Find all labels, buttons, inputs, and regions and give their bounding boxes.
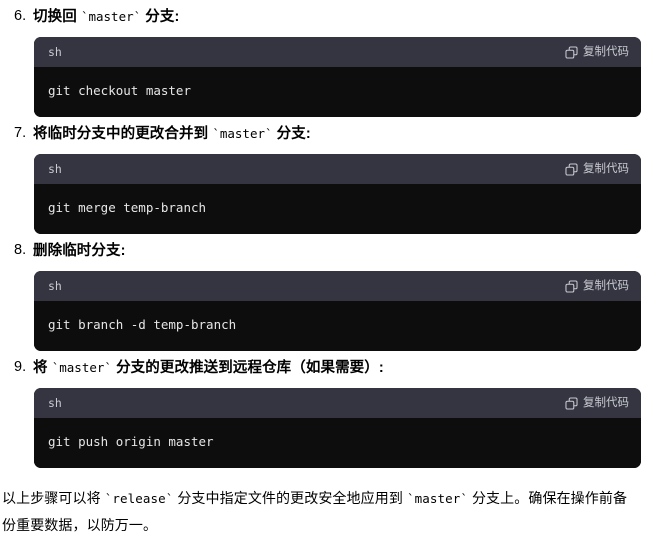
code-line: git push origin master <box>48 434 214 449</box>
code-block: sh 复制代码 git branch -d temp-branch <box>34 271 641 351</box>
code-language-label: sh <box>48 396 62 410</box>
list-item: 7. 将临时分支中的更改合并到 `master` 分支: sh 复制代码 git… <box>0 117 647 234</box>
code-block-body[interactable]: git push origin master <box>34 418 641 468</box>
code-line: git checkout master <box>48 83 191 98</box>
step-text-before: 删除临时分支: <box>33 243 126 259</box>
step-text-after: 分支: <box>272 126 311 142</box>
copy-icon <box>565 396 578 410</box>
code-language-label: sh <box>48 162 62 176</box>
step-number: 9. <box>14 359 27 375</box>
inline-code-release: `release` <box>104 491 174 506</box>
step-label: 删除临时分支: <box>33 240 639 262</box>
step-heading: 9. 将 `master` 分支的更改推送到远程仓库（如果需要）: <box>0 351 647 379</box>
code-line: git branch -d temp-branch <box>48 317 237 332</box>
closing-paragraph: 以上步骤可以将 `release` 分支中指定文件的更改安全地应用到 `mast… <box>2 485 641 539</box>
code-line: git merge temp-branch <box>48 200 207 215</box>
copy-icon <box>565 162 578 176</box>
list-item: 6. 切换回 `master` 分支: sh 复制代码 git checkout… <box>0 0 647 117</box>
code-block-header: sh 复制代码 <box>34 154 641 184</box>
step-label: 将 `master` 分支的更改推送到远程仓库（如果需要）: <box>33 357 639 379</box>
step-text-before: 切换回 <box>33 9 81 25</box>
copy-code-button[interactable]: 复制代码 <box>563 46 631 59</box>
step-number: 8. <box>14 242 27 258</box>
code-block-body[interactable]: git checkout master <box>34 67 641 117</box>
step-number: 7. <box>14 125 27 141</box>
code-block-header: sh 复制代码 <box>34 37 641 67</box>
code-block: sh 复制代码 git push origin master <box>34 388 641 468</box>
inline-code: `master` <box>80 9 142 24</box>
code-block: sh 复制代码 git checkout master <box>34 37 641 117</box>
code-language-label: sh <box>48 45 62 59</box>
step-text-after: 分支的更改推送到远程仓库（如果需要）: <box>111 360 384 376</box>
copy-code-label: 复制代码 <box>583 45 629 58</box>
step-text-after: 分支: <box>141 9 180 25</box>
numbered-step-list: 6. 切换回 `master` 分支: sh 复制代码 git checkout… <box>0 0 647 468</box>
step-heading: 8. 删除临时分支: <box>0 234 647 262</box>
step-text-before: 将 <box>33 360 52 376</box>
step-number: 6. <box>14 8 27 24</box>
code-block-body[interactable]: git branch -d temp-branch <box>34 301 641 351</box>
closing-part-2: 分支中指定文件的更改安全地应用到 <box>173 490 407 506</box>
code-block: sh 复制代码 git merge temp-branch <box>34 154 641 234</box>
step-label: 将临时分支中的更改合并到 `master` 分支: <box>33 123 639 145</box>
list-item: 8. 删除临时分支: sh 复制代码 git branch -d temp-br… <box>0 234 647 351</box>
copy-code-label: 复制代码 <box>583 162 629 175</box>
copy-code-button[interactable]: 复制代码 <box>563 397 631 410</box>
closing-part-1: 以上步骤可以将 <box>2 490 105 506</box>
document-body: 6. 切换回 `master` 分支: sh 复制代码 git checkout… <box>0 0 647 539</box>
copy-code-label: 复制代码 <box>583 279 629 292</box>
list-item: 9. 将 `master` 分支的更改推送到远程仓库（如果需要）: sh 复制代… <box>0 351 647 468</box>
code-block-body[interactable]: git merge temp-branch <box>34 184 641 234</box>
step-heading: 6. 切换回 `master` 分支: <box>0 0 647 28</box>
copy-code-label: 复制代码 <box>583 396 629 409</box>
code-block-header: sh 复制代码 <box>34 271 641 301</box>
inline-code-master: `master` <box>406 491 468 506</box>
step-label: 切换回 `master` 分支: <box>33 6 639 28</box>
inline-code: `master` <box>51 360 112 375</box>
inline-code: `master` <box>212 126 273 141</box>
copy-icon <box>565 279 578 293</box>
code-language-label: sh <box>48 279 62 293</box>
step-heading: 7. 将临时分支中的更改合并到 `master` 分支: <box>0 117 647 145</box>
code-block-header: sh 复制代码 <box>34 388 641 418</box>
step-text-before: 将临时分支中的更改合并到 <box>33 126 213 142</box>
copy-code-button[interactable]: 复制代码 <box>563 280 631 293</box>
copy-code-button[interactable]: 复制代码 <box>563 163 631 176</box>
copy-icon <box>565 45 578 59</box>
